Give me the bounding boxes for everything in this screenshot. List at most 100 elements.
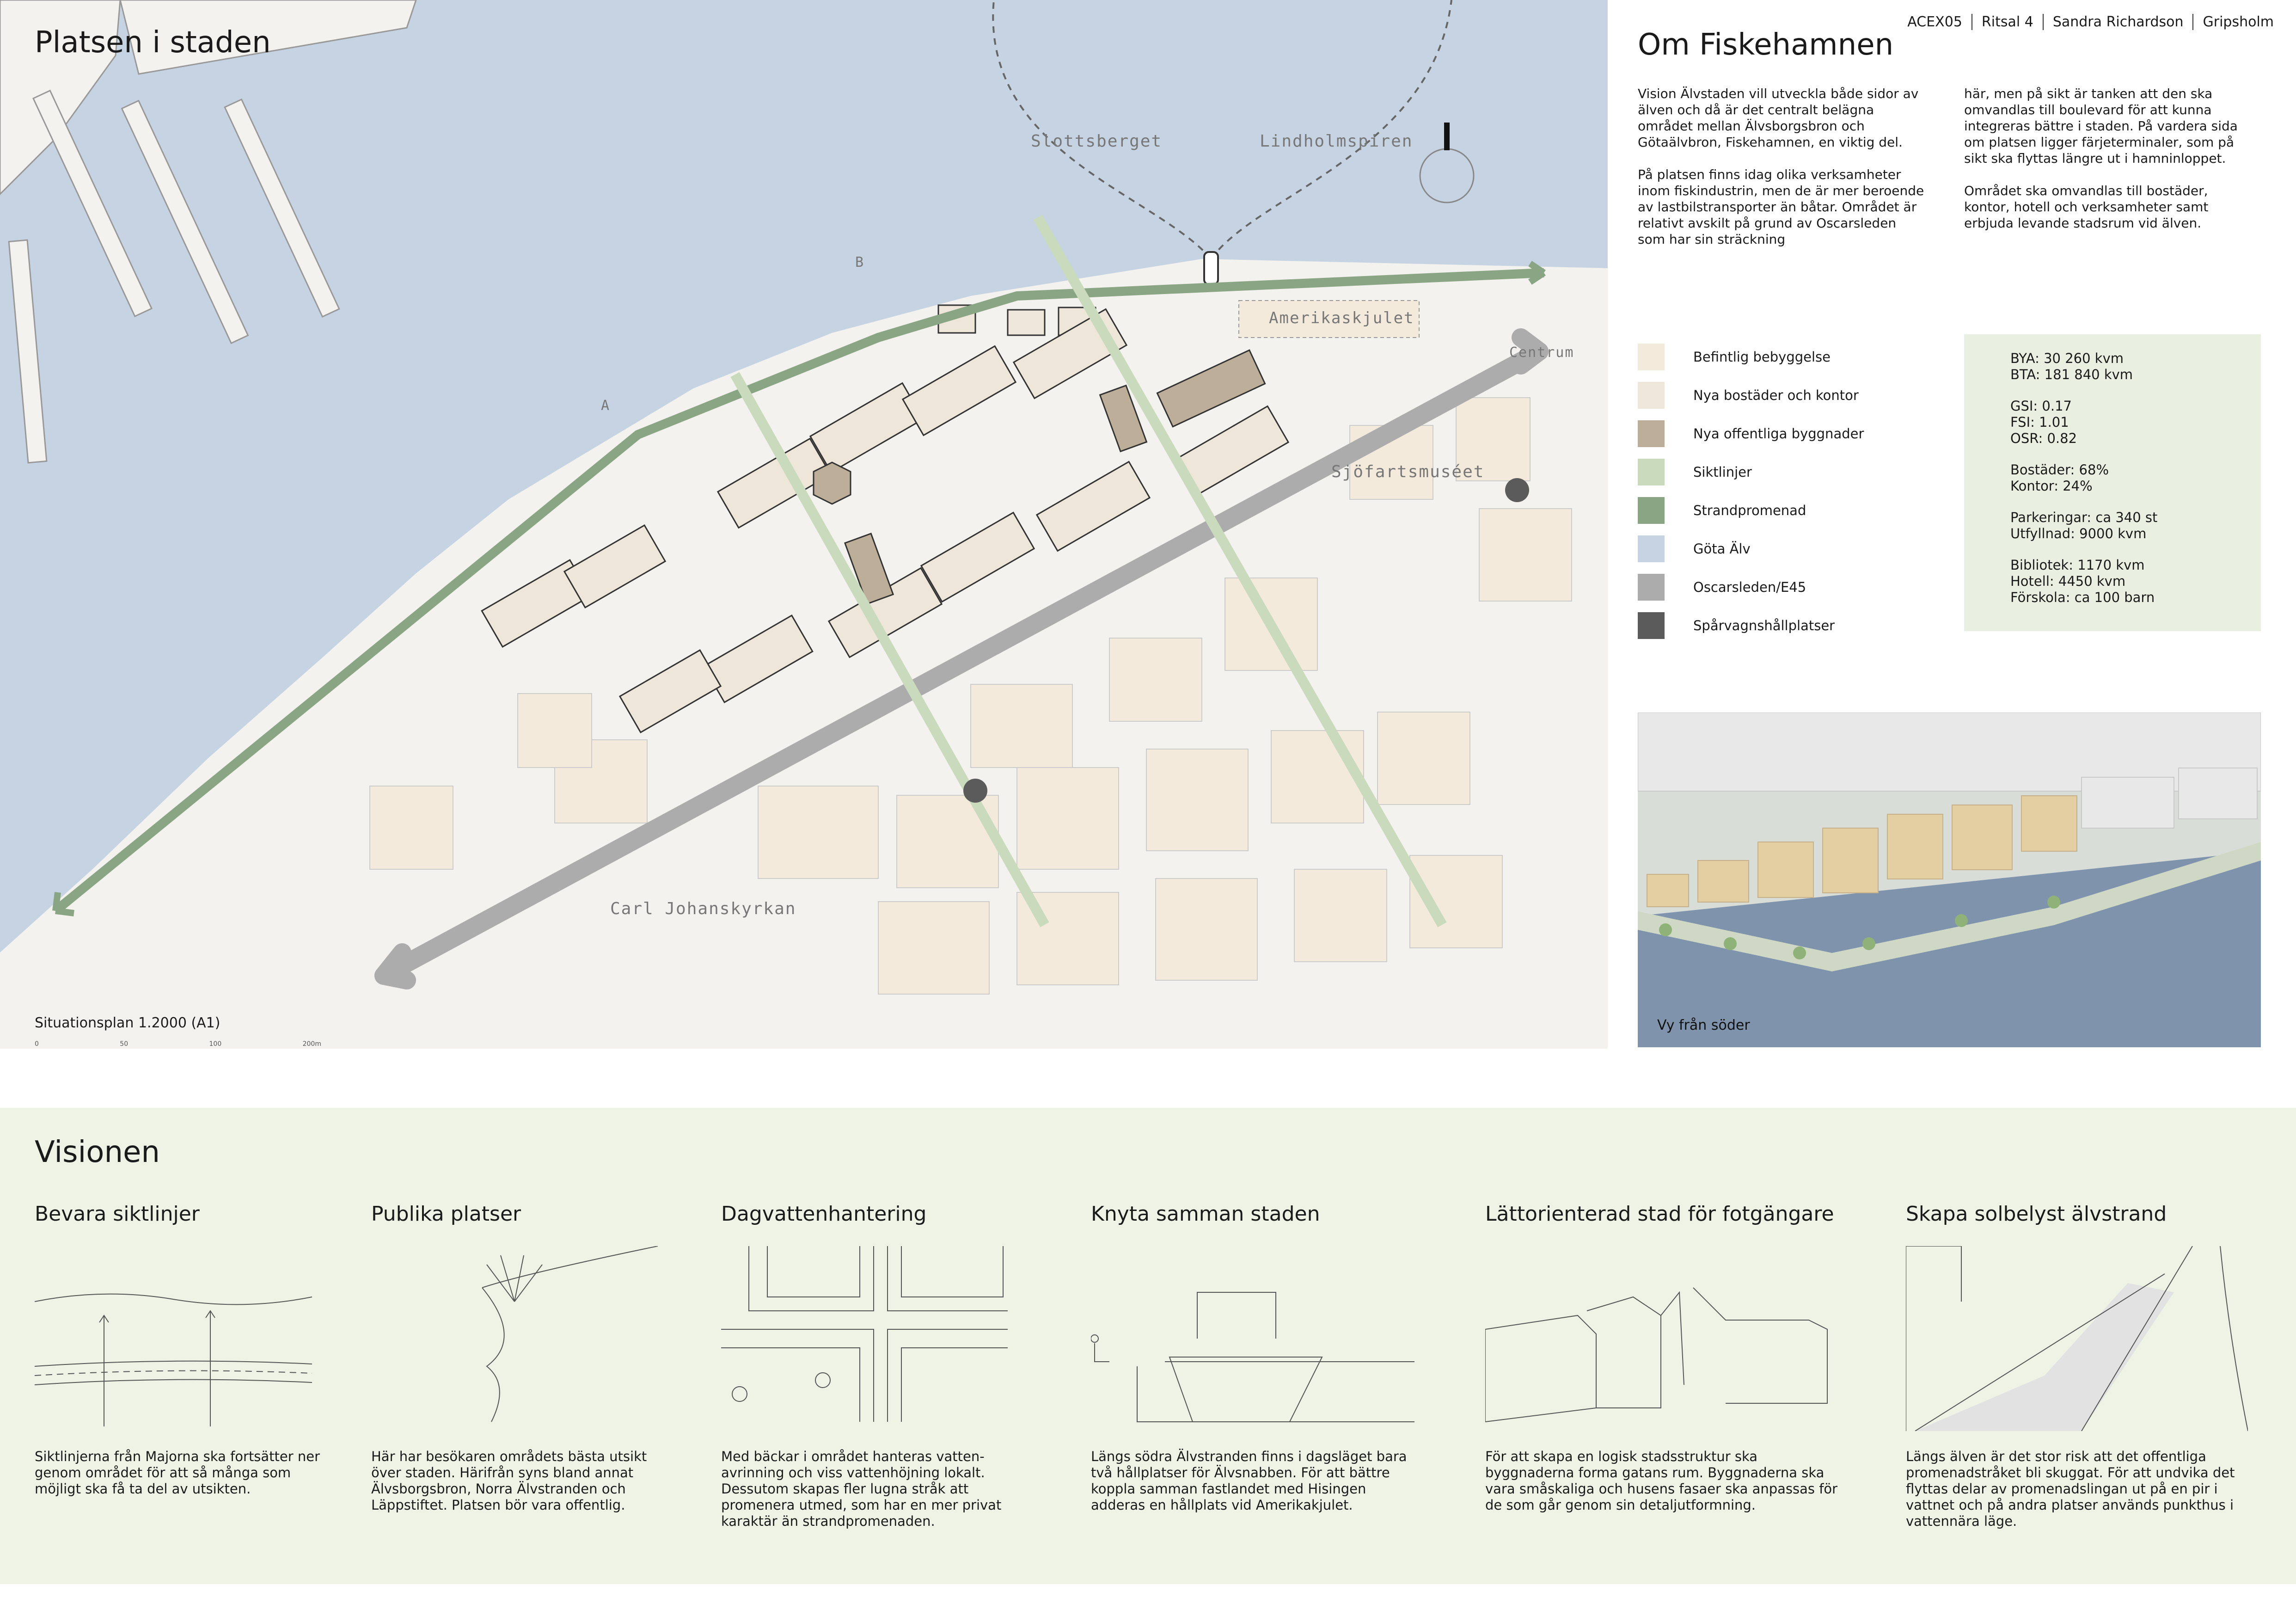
legend-swatch (1638, 573, 1665, 601)
label-section-b: B (855, 254, 865, 270)
legend-item: Nya bostäder och kontor (1638, 376, 1864, 414)
stat-line: OSR: 0.82 (2010, 430, 2077, 446)
vision-item-stormwater: Dagvattenhantering Med bäckar i området … (721, 1202, 1045, 1529)
sunlit-shore-illustration (1906, 1246, 2248, 1431)
vision-item-title: Lättorienterad stad för fotgängare (1485, 1202, 1834, 1226)
intro-title: Om Fiskehamnen (1638, 28, 1894, 62)
vision-item-title: Knyta samman staden (1091, 1202, 1320, 1226)
studio-name: Gripsholm (2192, 14, 2283, 30)
tram-stop-2 (1505, 478, 1529, 502)
scale-tick-50: 50 (120, 1040, 129, 1048)
north-arrow (1444, 123, 1450, 150)
scale-tick-0: 0 (35, 1040, 39, 1048)
intro-paragraph: Området ska omvandlas till bostäder, kon… (1964, 183, 2209, 231)
label-carl-johanskyrkan: Carl Johanskyrkan (610, 899, 796, 918)
stat-line: FSI: 1.01 (2010, 414, 2069, 430)
legend-label: Spårvagnshållplatser (1693, 617, 1835, 633)
vision-item-title: Publika platser (371, 1202, 521, 1226)
pedestrian-city-illustration (1485, 1287, 1828, 1423)
stat-line: Hotell: 4450 kvm (2010, 573, 2126, 589)
public-places-illustration (482, 1246, 658, 1422)
ferry-boat (1203, 251, 1219, 285)
site-plan-drawing (0, 0, 1608, 995)
stat-line: BYA: 30 260 kvm (2010, 350, 2124, 366)
scale-ticks: 0 50 100 200m (35, 1040, 321, 1048)
vision-item-text: Längs älven är det stor risk att det off… (1906, 1449, 2235, 1529)
label-centrum: Centrum (1509, 344, 1574, 361)
legend-swatch (1638, 535, 1665, 562)
legend-item: Oscarsleden/E45 (1638, 568, 1864, 606)
legend-item: Spårvagnshållplatser (1638, 606, 1864, 645)
vision-item-title: Skapa solbelyst älvstrand (1906, 1202, 2167, 1226)
legend-swatch (1638, 497, 1665, 524)
legend-item: Nya offentliga byggnader (1638, 414, 1864, 453)
author-name: Sandra Richardson (2042, 14, 2193, 30)
render-caption: Vy från söder (1657, 1017, 1750, 1033)
vision-item-sightlines: Bevara siktlinjer Siktlinjerna från Majo… (35, 1202, 331, 1497)
stat-line: Bibliotek: 1170 kvm (2010, 557, 2145, 573)
vision-item-pedestrian-city: Lättorienterad stad för fotgängare För a… (1485, 1202, 1855, 1513)
sheet-number: Ritsal 4 (1971, 14, 2043, 30)
vision-item-connect-city: Knyta samman staden Längs södra Älvstran… (1091, 1202, 1442, 1513)
render-view-from-south (1638, 713, 2261, 1047)
legend-swatch (1638, 420, 1665, 447)
sightlines-illustration (35, 1293, 312, 1426)
legend-item: Siktlinjer (1638, 453, 1864, 491)
intro-paragraph: här, men på sikt är tanken att den ska o… (1964, 86, 2238, 166)
vision-item-text: Här har besökaren områdets bästa utsikt … (371, 1449, 647, 1513)
legend-label: Nya offentliga byggnader (1693, 425, 1864, 442)
intro-column-1: Vision Älvstaden vill utveckla både sido… (1638, 86, 1924, 264)
connect-city-illustration (1091, 1292, 1414, 1422)
scale-tick-200: 200m (302, 1040, 321, 1048)
vision-title: Visionen (35, 1135, 160, 1169)
stat-line: Förskola: ca 100 barn (2010, 590, 2155, 605)
existing-buildings (369, 397, 1572, 995)
vision-item-sunlit-shore: Skapa solbelyst älvstrand Längs älven är… (1906, 1202, 2257, 1529)
legend-label: Göta Älv (1693, 541, 1751, 557)
stat-group: Parkeringar: ca 340 st Utfyllnad: 9000 k… (2010, 510, 2261, 542)
label-sjofartsmuseet: Sjöfartsmuséet (1331, 462, 1485, 481)
map-title: Platsen i staden (35, 25, 271, 60)
legend-item: Strandpromenad (1638, 491, 1864, 529)
legend-label: Nya bostäder och kontor (1693, 387, 1859, 403)
stormwater-illustration (721, 1246, 1008, 1422)
stat-line: BTA: 181 840 kvm (2010, 367, 2133, 382)
stat-group: Bibliotek: 1170 kvm Hotell: 4450 kvm För… (2010, 557, 2261, 606)
stat-group: BYA: 30 260 kvm BTA: 181 840 kvm (2010, 350, 2261, 383)
intro-paragraph: Vision Älvstaden vill utveckla både sido… (1638, 86, 1919, 150)
legend-swatch (1638, 612, 1665, 639)
legend-label: Befintlig bebyggelse (1693, 349, 1831, 365)
map-caption: Situationsplan 1.2000 (A1) (35, 1015, 220, 1031)
legend-item: Göta Älv (1638, 529, 1864, 568)
vision-item-text: För att skapa en logisk stadsstruktur sk… (1485, 1449, 1838, 1513)
legend-label: Strandpromenad (1693, 502, 1806, 518)
render-image (1638, 713, 2261, 1047)
intro-column-2: här, men på sikt är tanken att den ska o… (1964, 86, 2251, 247)
vision-item-public-places: Publika platser Här har besökaren område… (371, 1202, 667, 1513)
vision-item-text: Med bäckar i området hanteras vatten-avr… (721, 1449, 1002, 1529)
vision-item-text: Längs södra Älvstranden finns i dagsläge… (1091, 1449, 1407, 1513)
stat-line: Utfyllnad: 9000 kvm (2010, 526, 2147, 541)
scale-tick-100: 100 (209, 1040, 222, 1048)
label-slottsberget: Slottsberget (1031, 132, 1163, 151)
vision-item-text: Siktlinjerna från Majorna ska fortsätter… (35, 1449, 320, 1497)
legend-swatch (1638, 343, 1665, 370)
stat-line: GSI: 0.17 (2010, 398, 2072, 414)
vision-item-title: Dagvattenhantering (721, 1202, 927, 1226)
label-section-a: A (601, 398, 611, 414)
map-legend: Befintlig bebyggelse Nya bostäder och ko… (1638, 338, 1864, 645)
course-code: ACEX05 (1907, 14, 1962, 30)
stat-group: GSI: 0.17 FSI: 1.01 OSR: 0.82 (2010, 398, 2261, 447)
stats-box: BYA: 30 260 kvm BTA: 181 840 kvm GSI: 0.… (1964, 334, 2261, 631)
legend-item: Befintlig bebyggelse (1638, 338, 1864, 376)
legend-label: Oscarsleden/E45 (1693, 579, 1806, 595)
legend-swatch (1638, 381, 1665, 409)
stat-group: Bostäder: 68% Kontor: 24% (2010, 462, 2261, 494)
intro-paragraph: På platsen finns idag olika verksamheter… (1638, 167, 1924, 247)
sheet-header: ACEX05 Ritsal 4 Sandra Richardson Gripsh… (1898, 14, 2283, 30)
stat-line: Bostäder: 68% (2010, 462, 2109, 478)
legend-label: Siktlinjer (1693, 464, 1752, 480)
legend-swatch (1638, 458, 1665, 485)
vision-item-title: Bevara siktlinjer (35, 1202, 200, 1226)
tram-stop-1 (963, 779, 987, 803)
